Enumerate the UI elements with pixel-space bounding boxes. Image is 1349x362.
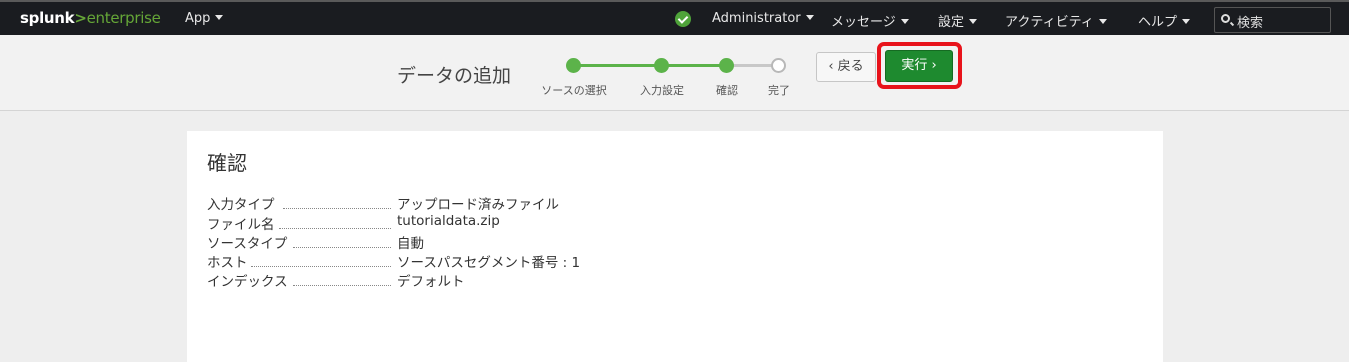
review-title: 確認 [207,151,247,175]
review-value: 自動 [397,236,424,252]
step-dot-done [771,58,786,73]
chevron-down-icon [1098,19,1107,24]
review-row-index: インデックス デフォルト [207,270,767,290]
activity-menu-label: アクティビティ [1005,15,1094,30]
messages-menu[interactable]: メッセージ [831,11,909,30]
review-key: ホスト [207,255,248,271]
review-row-host: ホスト ソースパスセグメント番号 : 1 [207,251,767,271]
chevron-down-icon [969,19,978,24]
step-label-input-settings: 入力設定 [640,84,684,97]
step-dot-source [566,58,581,73]
chevron-down-icon [900,19,909,24]
step-progress-line [574,64,727,67]
dot-leader [293,232,391,248]
settings-menu[interactable]: 設定 [938,11,978,30]
dot-leader [293,270,391,286]
settings-menu-label: 設定 [938,15,965,30]
app-menu[interactable]: App [185,11,224,26]
chevron-down-icon [215,15,224,20]
health-status-icon[interactable] [675,11,691,27]
splunk-logo[interactable]: splunk>enterprise [20,9,161,27]
add-data-step-header: データの追加 ソースの選択 入力設定 確認 完了 ‹ 戻る 実行 › [0,35,1349,111]
review-value: tutorialdata.zip [397,213,500,229]
review-row-file-name: ファイル名 tutorialdata.zip [207,213,767,233]
page-title: データの追加 [397,65,512,87]
review-value: ソースパスセグメント番号 : 1 [397,255,581,271]
search-input[interactable]: 検索 [1214,7,1331,33]
user-menu-label: Administrator [712,11,801,26]
logo-separator: > [74,9,87,27]
review-panel: 確認 入力タイプ アップロード済みファイル ファイル名 tutorialdata… [187,131,1163,362]
help-menu[interactable]: ヘルプ [1138,11,1191,30]
app-menu-label: App [185,11,211,26]
chevron-down-icon [805,15,814,20]
step-label-done: 完了 [768,84,790,97]
activity-menu[interactable]: アクティビティ [1005,11,1107,30]
dot-leader [251,251,391,267]
back-button[interactable]: ‹ 戻る [816,52,876,82]
review-key: ファイル名 [207,217,275,233]
help-menu-label: ヘルプ [1138,15,1178,30]
review-value: アップロード済みファイル [397,197,559,213]
messages-menu-label: メッセージ [831,15,896,30]
review-key: ソースタイプ [207,236,288,252]
search-icon [1221,14,1230,23]
review-key: インデックス [207,274,288,290]
step-dot-input-settings [654,58,669,73]
step-dot-review [719,58,734,73]
top-nav-bar: splunk>enterprise App Administrator メッセー… [0,0,1349,35]
review-key: 入力タイプ [207,197,275,213]
dot-leader [283,193,391,209]
review-row-source-type: ソースタイプ 自動 [207,232,767,252]
dot-leader [279,213,391,229]
review-value: デフォルト [397,274,465,290]
submit-button[interactable]: 実行 › [885,50,953,82]
step-label-source: ソースの選択 [541,84,607,97]
chevron-down-icon [1182,19,1191,24]
step-label-review: 確認 [716,84,738,97]
review-row-input-type: 入力タイプ アップロード済みファイル [207,193,767,213]
user-menu[interactable]: Administrator [712,11,814,26]
logo-brand: splunk [20,9,75,27]
logo-product: enterprise [86,9,161,27]
search-placeholder: 検索 [1237,16,1264,31]
